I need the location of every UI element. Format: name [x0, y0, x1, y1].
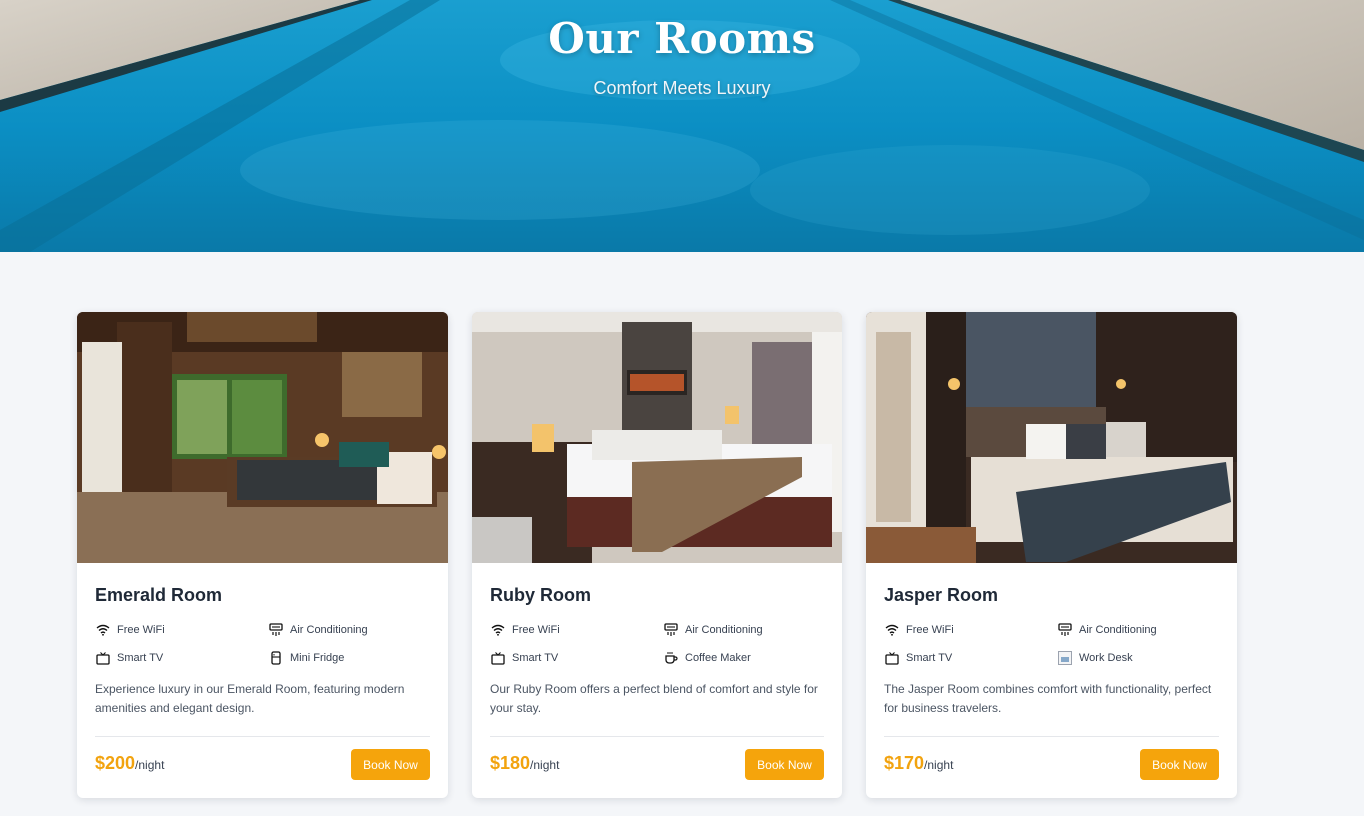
card-body: Ruby Room Free WiFi Air Conditioning Sma… — [490, 563, 824, 798]
tv-icon — [884, 650, 900, 666]
amenity-label: Air Conditioning — [290, 624, 368, 636]
hero-banner: Our Rooms Comfort Meets Luxury — [0, 0, 1364, 252]
emerald-room-photo — [77, 312, 448, 563]
amenity-air-conditioning: Air Conditioning — [1057, 622, 1157, 638]
room-card-ruby: Ruby Room Free WiFi Air Conditioning Sma… — [472, 312, 842, 798]
amenity-label: Free WiFi — [512, 624, 560, 636]
mini-fridge-icon — [268, 650, 284, 666]
air-conditioning-icon — [1057, 622, 1073, 638]
price-amount: $200 — [95, 753, 136, 773]
amenity-smart-tv: Smart TV — [490, 650, 558, 666]
room-name: Jasper Room — [884, 585, 999, 605]
room-name: Ruby Room — [490, 585, 591, 605]
book-now-button[interactable]: Book Now — [351, 749, 430, 780]
amenity-label: Work Desk — [1079, 652, 1133, 664]
wifi-icon — [490, 622, 506, 638]
amenity-air-conditioning: Air Conditioning — [268, 622, 368, 638]
jasper-room-photo — [866, 312, 1237, 563]
wifi-icon — [884, 622, 900, 638]
coffee-icon — [663, 650, 679, 666]
amenity-air-conditioning: Air Conditioning — [663, 622, 763, 638]
broken-image-icon — [1057, 650, 1073, 666]
price-unit: /night — [135, 758, 165, 772]
amenity-label: Mini Fridge — [290, 652, 345, 664]
room-price: $170/night — [884, 753, 953, 774]
price-amount: $180 — [490, 753, 531, 773]
amenity-smart-tv: Smart TV — [95, 650, 163, 666]
price-unit: /night — [530, 758, 560, 772]
book-now-button[interactable]: Book Now — [1140, 749, 1219, 780]
amenity-label: Air Conditioning — [1079, 624, 1157, 636]
card-body: Jasper Room Free WiFi Air Conditioning S… — [884, 563, 1219, 798]
room-price: $180/night — [490, 753, 559, 774]
air-conditioning-icon — [663, 622, 679, 638]
air-conditioning-icon — [268, 622, 284, 638]
amenity-wifi: Free WiFi — [490, 622, 560, 638]
room-card-jasper: Jasper Room Free WiFi Air Conditioning S… — [866, 312, 1237, 798]
page-subtitle: Comfort Meets Luxury — [593, 78, 771, 98]
room-name: Emerald Room — [95, 585, 223, 605]
tv-icon — [490, 650, 506, 666]
page-title: Our Rooms — [548, 14, 816, 63]
amenity-smart-tv: Smart TV — [884, 650, 952, 666]
amenity-label: Smart TV — [906, 652, 953, 664]
amenity-coffee-maker: Coffee Maker — [663, 650, 751, 666]
book-now-button[interactable]: Book Now — [745, 749, 824, 780]
divider — [95, 736, 430, 737]
amenity-label: Smart TV — [117, 652, 164, 664]
amenity-label: Free WiFi — [117, 624, 165, 636]
divider — [884, 736, 1219, 737]
room-description: The Jasper Room combines comfort with fu… — [884, 682, 1212, 715]
room-card-emerald: Emerald Room Free WiFi Air Conditioning … — [77, 312, 448, 798]
amenity-work-desk: Work Desk — [1057, 650, 1133, 666]
amenity-label: Coffee Maker — [685, 652, 751, 664]
wifi-icon — [95, 622, 111, 638]
divider — [490, 736, 824, 737]
amenity-wifi: Free WiFi — [95, 622, 165, 638]
room-description: Experience luxury in our Emerald Room, f… — [95, 682, 405, 715]
tv-icon — [95, 650, 111, 666]
amenity-label: Free WiFi — [906, 624, 954, 636]
price-unit: /night — [924, 758, 954, 772]
amenity-label: Smart TV — [512, 652, 559, 664]
amenity-label: Air Conditioning — [685, 624, 763, 636]
room-price: $200/night — [95, 753, 164, 774]
room-description: Our Ruby Room offers a perfect blend of … — [490, 682, 818, 715]
card-body: Emerald Room Free WiFi Air Conditioning … — [95, 563, 430, 798]
amenity-mini-fridge: Mini Fridge — [268, 650, 344, 666]
ruby-room-photo — [472, 312, 842, 563]
amenity-wifi: Free WiFi — [884, 622, 954, 638]
price-amount: $170 — [884, 753, 925, 773]
